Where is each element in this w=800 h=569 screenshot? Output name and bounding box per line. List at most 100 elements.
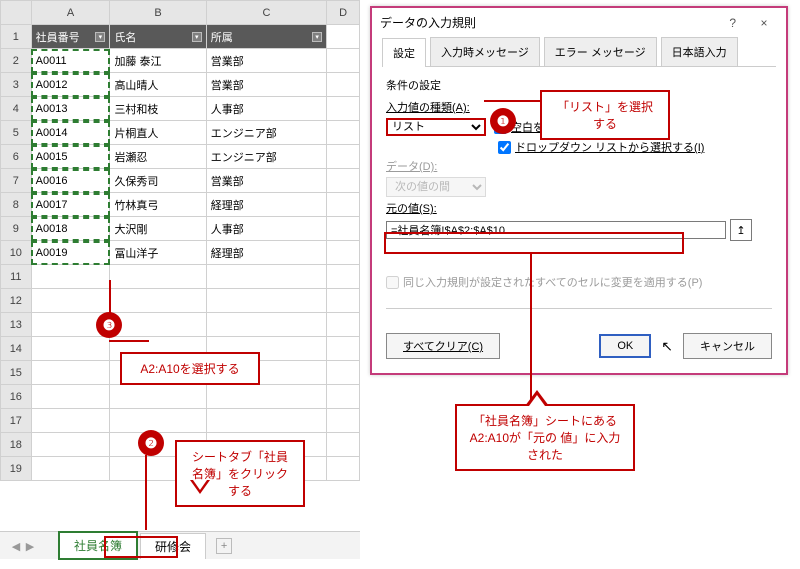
row-4-header[interactable]: 4	[1, 97, 32, 121]
cell-a5[interactable]: A0014	[31, 121, 110, 145]
row-5-header[interactable]: 5	[1, 121, 32, 145]
connector-src	[530, 254, 532, 404]
cell-c8[interactable]: 経理部	[206, 193, 326, 217]
cell-b2[interactable]: 加藤 泰江	[110, 49, 206, 73]
header-c[interactable]: 所属▾	[206, 25, 326, 49]
spreadsheet: A B C D 1 社員番号▾ 氏名▾ 所属▾ 2A0011加藤 泰江営業部 3…	[0, 0, 360, 481]
cell-c2[interactable]: 営業部	[206, 49, 326, 73]
connector-3a	[109, 280, 111, 314]
dropdown-list-checkbox[interactable]: ドロップダウン リストから選択する(I)	[498, 139, 704, 155]
cell-a11[interactable]	[31, 265, 110, 289]
row-11-header[interactable]: 11	[1, 265, 32, 289]
cell-d7[interactable]	[327, 169, 360, 193]
cell-c10[interactable]: 経理部	[206, 241, 326, 265]
add-sheet-button[interactable]: +	[216, 538, 232, 554]
cell-d6[interactable]	[327, 145, 360, 169]
cell-d9[interactable]	[327, 217, 360, 241]
callout-sheet-tab: シートタブ「社員名簿」をクリックする	[175, 440, 305, 507]
cell-c7[interactable]: 営業部	[206, 169, 326, 193]
row-6-header[interactable]: 6	[1, 145, 32, 169]
callout-src-arrow-icon	[525, 390, 549, 406]
dialog-tab-ime[interactable]: 日本語入力	[661, 37, 738, 66]
annotation-badge-2: ❷	[138, 430, 164, 456]
corner-cell[interactable]	[1, 1, 32, 25]
cell-c3[interactable]: 営業部	[206, 73, 326, 97]
connector-1	[484, 100, 542, 102]
cell-d5[interactable]	[327, 121, 360, 145]
sheet-tabs: ◀▶ 社員名簿 研修会 +	[0, 531, 360, 559]
row-19-header[interactable]: 19	[1, 457, 32, 481]
range-picker-button[interactable]: ↥	[730, 219, 752, 241]
cell-d2[interactable]	[327, 49, 360, 73]
row-12-header[interactable]: 12	[1, 289, 32, 313]
cell-d10[interactable]	[327, 241, 360, 265]
row-18-header[interactable]: 18	[1, 433, 32, 457]
cell-c9[interactable]: 人事部	[206, 217, 326, 241]
row-10-header[interactable]: 10	[1, 241, 32, 265]
dialog-title: データの入力規則	[380, 14, 476, 31]
cell-a2[interactable]: A0011	[31, 49, 110, 73]
row-14-header[interactable]: 14	[1, 337, 32, 361]
cancel-button[interactable]: キャンセル	[683, 333, 772, 359]
cell-c6[interactable]: エンジニア部	[206, 145, 326, 169]
row-2-header[interactable]: 2	[1, 49, 32, 73]
cell-b3[interactable]: 高山晴人	[110, 73, 206, 97]
row-16-header[interactable]: 16	[1, 385, 32, 409]
cell-c5[interactable]: エンジニア部	[206, 121, 326, 145]
cell-b8[interactable]: 竹林真弓	[110, 193, 206, 217]
cell-a3[interactable]: A0012	[31, 73, 110, 97]
cell-a8[interactable]: A0017	[31, 193, 110, 217]
row-15-header[interactable]: 15	[1, 361, 32, 385]
close-button[interactable]: ×	[750, 16, 778, 30]
cell-d1[interactable]	[327, 25, 360, 49]
kind-select[interactable]: リスト	[386, 118, 486, 136]
grid-table[interactable]: A B C D 1 社員番号▾ 氏名▾ 所属▾ 2A0011加藤 泰江営業部 3…	[0, 0, 360, 481]
row-8-header[interactable]: 8	[1, 193, 32, 217]
connector-2	[145, 455, 147, 530]
filter-icon[interactable]: ▾	[192, 32, 202, 42]
row-1-header[interactable]: 1	[1, 25, 32, 49]
dialog-tab-error-message[interactable]: エラー メッセージ	[544, 37, 657, 66]
nav-prev-icon[interactable]: ◀	[10, 540, 22, 552]
clear-all-button[interactable]: すべてクリア(C)	[386, 333, 500, 359]
dialog-tab-input-message[interactable]: 入力時メッセージ	[430, 37, 540, 66]
data-validation-dialog: データの入力規則 ? × 設定 入力時メッセージ エラー メッセージ 日本語入力…	[370, 6, 788, 375]
dialog-tab-settings[interactable]: 設定	[382, 38, 426, 67]
cell-a7[interactable]: A0016	[31, 169, 110, 193]
cell-b10[interactable]: 冨山洋子	[110, 241, 206, 265]
row-17-header[interactable]: 17	[1, 409, 32, 433]
cell-a10[interactable]: A0019	[31, 241, 110, 265]
cell-a9[interactable]: A0018	[31, 217, 110, 241]
cell-a6[interactable]: A0015	[31, 145, 110, 169]
ok-button[interactable]: OK	[599, 334, 651, 358]
col-A-header[interactable]: A	[31, 1, 110, 25]
callout-2-arrow-icon	[190, 480, 210, 494]
col-D-header[interactable]: D	[327, 1, 360, 25]
row-7-header[interactable]: 7	[1, 169, 32, 193]
apply-same-checkbox: 同じ入力規則が設定されたすべてのセルに変更を適用する(P)	[386, 274, 772, 290]
cell-b7[interactable]: 久保秀司	[110, 169, 206, 193]
help-button[interactable]: ?	[719, 16, 747, 30]
cell-b9[interactable]: 大沢剛	[110, 217, 206, 241]
cell-b6[interactable]: 岩瀬忍	[110, 145, 206, 169]
row-9-header[interactable]: 9	[1, 217, 32, 241]
col-C-header[interactable]: C	[206, 1, 326, 25]
cell-c4[interactable]: 人事部	[206, 97, 326, 121]
filter-icon[interactable]: ▾	[95, 32, 105, 42]
cell-a4[interactable]: A0013	[31, 97, 110, 121]
filter-icon[interactable]: ▾	[312, 32, 322, 42]
nav-next-icon[interactable]: ▶	[24, 540, 36, 552]
connector-3b	[109, 340, 149, 342]
header-b[interactable]: 氏名▾	[110, 25, 206, 49]
header-a[interactable]: 社員番号▾	[31, 25, 110, 49]
cell-b5[interactable]: 片桐直人	[110, 121, 206, 145]
cell-b4[interactable]: 三村和枝	[110, 97, 206, 121]
data-label: データ(D):	[386, 158, 486, 174]
row-13-header[interactable]: 13	[1, 313, 32, 337]
cell-d3[interactable]	[327, 73, 360, 97]
col-B-header[interactable]: B	[110, 1, 206, 25]
row-3-header[interactable]: 3	[1, 73, 32, 97]
cell-d8[interactable]	[327, 193, 360, 217]
callout-select-a2a10: A2:A10を選択する	[120, 352, 260, 385]
cell-d4[interactable]	[327, 97, 360, 121]
